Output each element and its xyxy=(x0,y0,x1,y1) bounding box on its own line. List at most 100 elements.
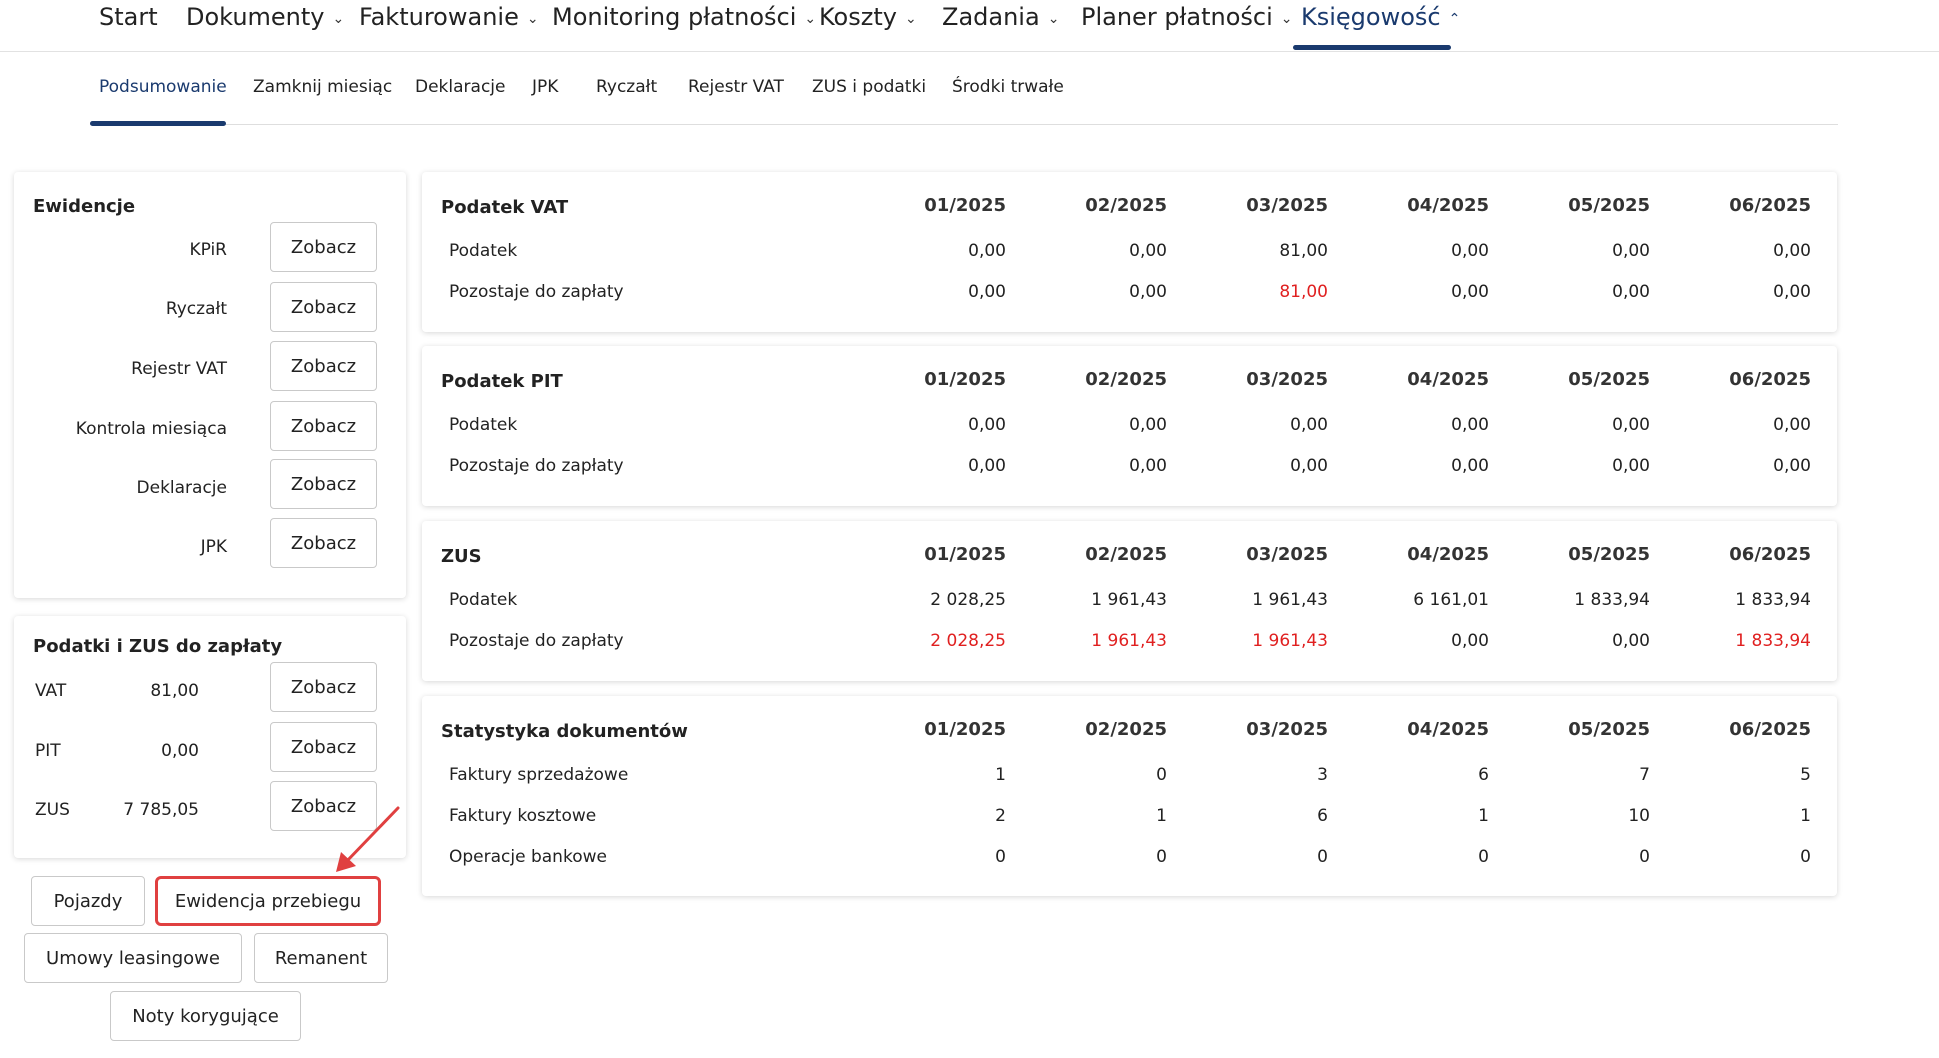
noty-korygujace-button[interactable]: Noty korygujące xyxy=(110,991,301,1041)
summary-value-cell: 0,00 xyxy=(1773,282,1811,302)
chevron-down-icon: ⌄ xyxy=(1280,11,1293,27)
active-nav-indicator xyxy=(1293,45,1451,50)
ewidencja-przebiegu-button[interactable]: Ewidencja przebiegu xyxy=(155,876,381,926)
period-column-header: 03/2025 xyxy=(1246,719,1328,740)
ryczalt-zobacz-button[interactable]: Zobacz xyxy=(270,282,377,332)
summary-value-cell: 0,00 xyxy=(968,456,1006,476)
ewidencje-label-jpk: JPK xyxy=(200,537,227,557)
ewidencje-label-kpir: KPiR xyxy=(189,240,227,260)
period-column-header: 05/2025 xyxy=(1568,195,1650,216)
summary-value-cell: 7 xyxy=(1639,765,1650,785)
summary-row-label: Pozostaje do zapłaty xyxy=(449,631,624,651)
summary-value-cell: 1 xyxy=(995,765,1006,785)
summary-card-title: ZUS xyxy=(441,546,482,567)
period-column-header: 02/2025 xyxy=(1085,544,1167,565)
period-column-header: 01/2025 xyxy=(924,544,1006,565)
nav-item-zadania[interactable]: Zadania ⌄ xyxy=(942,0,1059,52)
summary-value-cell: 0 xyxy=(1639,847,1650,867)
rejestr-vat-zobacz-button[interactable]: Zobacz xyxy=(270,341,377,391)
amount-due-cell: 1 961,43 xyxy=(1252,631,1328,651)
period-column-header: 03/2025 xyxy=(1246,195,1328,216)
summary-value-cell: 0,00 xyxy=(1129,415,1167,435)
nav-item-label: Dokumenty xyxy=(186,3,325,31)
podatki-label-pit: PIT xyxy=(35,741,61,761)
summary-value-cell: 6 xyxy=(1317,806,1328,826)
period-column-header: 04/2025 xyxy=(1407,719,1489,740)
podatki-value-zus: 7 785,05 xyxy=(123,800,199,820)
zus-zobacz-button[interactable]: Zobacz xyxy=(270,781,377,831)
summary-row-label: Faktury kosztowe xyxy=(449,806,597,826)
amount-due-cell: 1 961,43 xyxy=(1091,631,1167,651)
summary-row-label: Pozostaje do zapłaty xyxy=(449,282,624,302)
pit-zobacz-button[interactable]: Zobacz xyxy=(270,722,377,772)
nav-item-label: Księgowość xyxy=(1301,3,1441,31)
nav-item-koszty[interactable]: Koszty ⌄ xyxy=(819,0,917,52)
nav-item-monitoring-platnosci[interactable]: Monitoring płatności ⌄ xyxy=(552,0,816,52)
kontrola-miesiaca-zobacz-button[interactable]: Zobacz xyxy=(270,401,377,451)
ewidencje-label-rejestr-vat: Rejestr VAT xyxy=(131,359,227,379)
nav-item-label: Fakturowanie xyxy=(359,3,519,31)
summary-value-cell: 0 xyxy=(995,847,1006,867)
ewidencje-label-kontrola-miesiaca: Kontrola miesiąca xyxy=(75,419,227,439)
summary-value-cell: 81,00 xyxy=(1279,241,1328,261)
summary-row-label: Podatek xyxy=(449,415,518,435)
summary-row-label: Faktury sprzedażowe xyxy=(449,765,629,785)
summary-value-cell: 1 xyxy=(1800,806,1811,826)
tab-zus-i-podatki[interactable]: ZUS i podatki xyxy=(812,77,926,97)
chevron-down-icon: ⌄ xyxy=(526,11,539,27)
nav-item-label: Planer płatności xyxy=(1081,3,1273,31)
period-column-header: 06/2025 xyxy=(1729,369,1811,390)
tab-jpk[interactable]: JPK xyxy=(532,77,558,97)
kpir-zobacz-button[interactable]: Zobacz xyxy=(270,222,377,272)
ewidencje-title: Ewidencje xyxy=(33,196,136,217)
summary-value-cell: 3 xyxy=(1317,765,1328,785)
podatki-label-zus: ZUS xyxy=(35,800,70,820)
summary-value-cell: 1 xyxy=(1478,806,1489,826)
tab-srodki-trwale[interactable]: Środki trwałe xyxy=(952,77,1064,97)
podatki-value-vat: 81,00 xyxy=(150,681,199,701)
summary-card-title: Statystyka dokumentów xyxy=(441,721,688,742)
podatki-value-pit: 0,00 xyxy=(161,741,199,761)
nav-item-start[interactable]: Start xyxy=(99,0,158,52)
jpk-zobacz-button[interactable]: Zobacz xyxy=(270,518,377,568)
period-column-header: 04/2025 xyxy=(1407,369,1489,390)
summary-value-cell: 0,00 xyxy=(968,241,1006,261)
summary-value-cell: 0,00 xyxy=(1612,456,1650,476)
summary-value-cell: 0,00 xyxy=(1451,282,1489,302)
nav-item-planer-platnosci[interactable]: Planer płatności ⌄ xyxy=(1081,0,1293,52)
period-column-header: 02/2025 xyxy=(1085,719,1167,740)
nav-item-fakturowanie[interactable]: Fakturowanie ⌄ xyxy=(359,0,539,52)
summary-card-title: Podatek PIT xyxy=(441,371,563,392)
tab-rejestr-vat[interactable]: Rejestr VAT xyxy=(688,77,784,97)
ewidencje-label-deklaracje: Deklaracje xyxy=(136,478,227,498)
tab-deklaracje[interactable]: Deklaracje xyxy=(415,77,505,97)
pojazdy-button[interactable]: Pojazdy xyxy=(31,876,145,926)
umowy-leasingowe-button[interactable]: Umowy leasingowe xyxy=(24,933,242,983)
remanent-button[interactable]: Remanent xyxy=(254,933,388,983)
summary-value-cell: 6 161,01 xyxy=(1413,590,1489,610)
summary-value-cell: 0,00 xyxy=(1290,456,1328,476)
summary-value-cell: 0 xyxy=(1156,765,1167,785)
deklaracje-zobacz-button[interactable]: Zobacz xyxy=(270,459,377,509)
summary-value-cell: 0,00 xyxy=(968,282,1006,302)
summary-value-cell: 0,00 xyxy=(1612,241,1650,261)
summary-value-cell: 0,00 xyxy=(1451,631,1489,651)
amount-due-cell: 2 028,25 xyxy=(930,631,1006,651)
period-column-header: 01/2025 xyxy=(924,195,1006,216)
summary-value-cell: 10 xyxy=(1628,806,1650,826)
tab-ryczalt[interactable]: Ryczałt xyxy=(596,77,657,97)
period-column-header: 01/2025 xyxy=(924,369,1006,390)
nav-item-dokumenty[interactable]: Dokumenty ⌄ xyxy=(186,0,344,52)
vat-zobacz-button[interactable]: Zobacz xyxy=(270,662,377,712)
summary-row-label: Pozostaje do zapłaty xyxy=(449,456,624,476)
summary-value-cell: 0,00 xyxy=(1773,456,1811,476)
tab-podsumowanie[interactable]: Podsumowanie xyxy=(99,77,227,97)
nav-item-label: Zadania xyxy=(942,3,1040,31)
summary-value-cell: 0,00 xyxy=(1451,415,1489,435)
summary-value-cell: 0,00 xyxy=(1773,241,1811,261)
period-column-header: 06/2025 xyxy=(1729,544,1811,565)
summary-value-cell: 0 xyxy=(1317,847,1328,867)
chevron-down-icon: ⌄ xyxy=(332,11,345,27)
summary-value-cell: 0,00 xyxy=(1451,456,1489,476)
tab-zamknij-miesiac[interactable]: Zamknij miesiąc xyxy=(253,77,392,97)
